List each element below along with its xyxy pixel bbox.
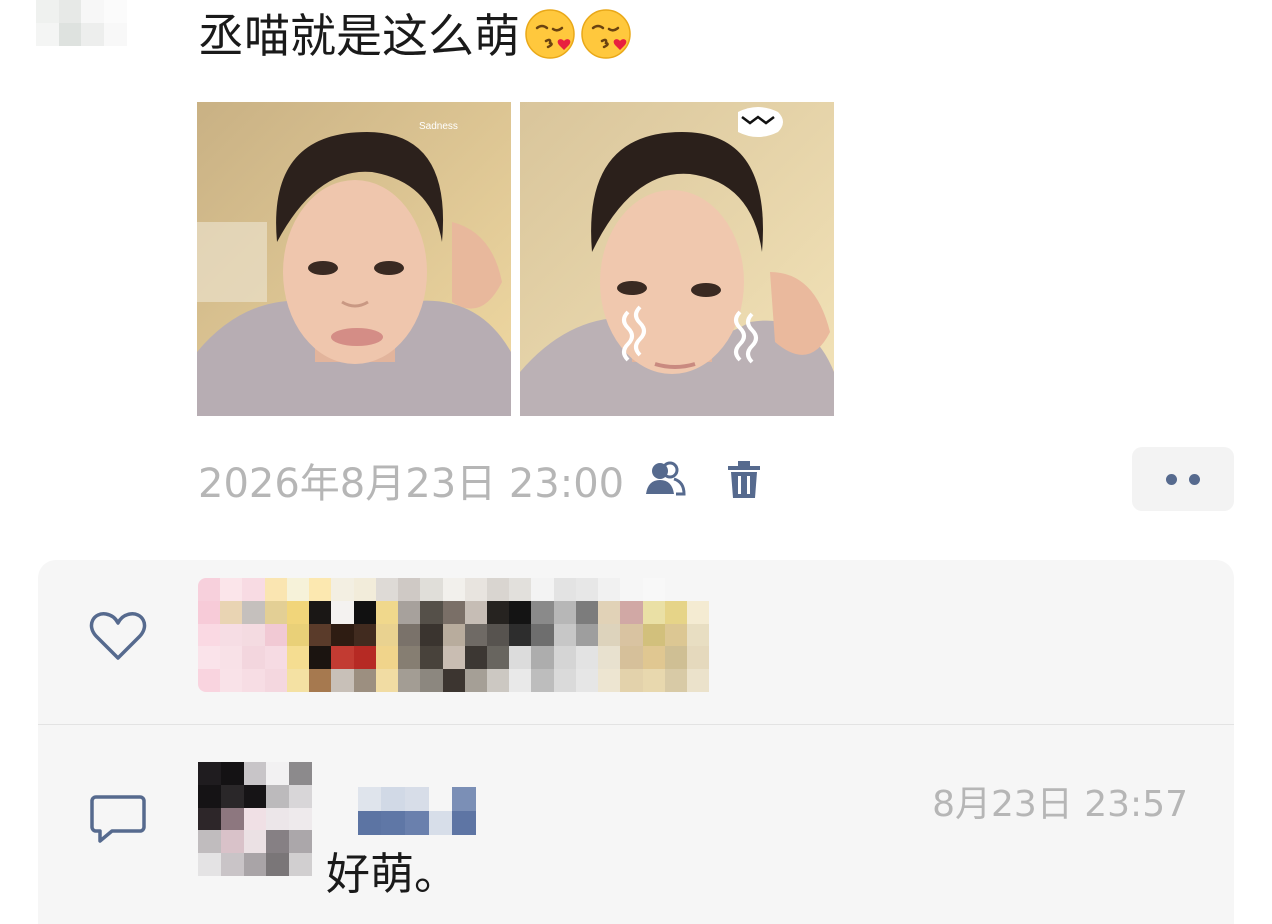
- sadness-sticker: Sadness: [419, 121, 458, 132]
- moments-post-detail: 丞喵就是这么萌 Sadness 2026年8月23日 23:00 8月23日 2…: [0, 0, 1272, 924]
- interaction-panel: 8月23日 23:57 好萌。: [38, 560, 1234, 924]
- post-timestamp: 2026年8月23日 23:00: [198, 461, 625, 507]
- two-dots-icon: [1166, 473, 1177, 485]
- two-dots-icon: [1189, 473, 1200, 485]
- liker-avatars[interactable]: [198, 578, 776, 692]
- post-meta-row: 2026年8月23日 23:00: [198, 452, 768, 508]
- commenter-name[interactable]: [334, 787, 476, 835]
- comment-text: 好萌。: [326, 849, 458, 900]
- commenter-avatar[interactable]: [198, 762, 312, 876]
- more-options-button[interactable]: [1132, 447, 1234, 511]
- comment-row[interactable]: 8月23日 23:57 好萌。: [38, 725, 1234, 924]
- face-blowing-kiss-icon: [580, 8, 632, 60]
- two-people-icon[interactable]: [640, 456, 688, 504]
- trash-icon[interactable]: [720, 456, 768, 504]
- comment-bubble-icon: [88, 791, 148, 845]
- post-text: 丞喵就是这么萌: [198, 4, 632, 68]
- post-caption: 丞喵就是这么萌: [198, 9, 520, 63]
- poster-avatar[interactable]: [36, 0, 172, 46]
- selfie-photo-1[interactable]: Sadness: [197, 102, 511, 416]
- likes-row: [38, 560, 1234, 724]
- comment-time: 8月23日 23:57: [932, 784, 1188, 825]
- face-blowing-kiss-icon: [524, 8, 576, 60]
- heart-outline-icon: [88, 610, 148, 662]
- selfie-photo-2[interactable]: [520, 102, 834, 416]
